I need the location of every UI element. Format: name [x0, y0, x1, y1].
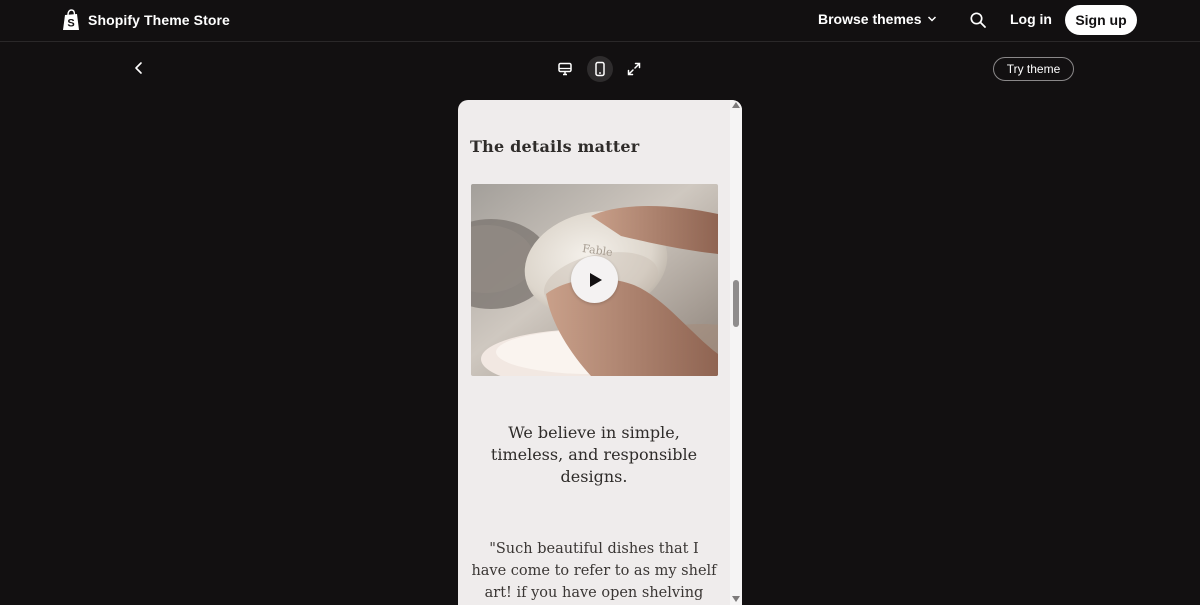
browse-themes-menu[interactable]: Browse themes [818, 11, 937, 27]
chevron-down-icon [928, 16, 937, 22]
desktop-icon [558, 62, 572, 76]
brand-name: Shopify Theme Store [88, 12, 230, 28]
scroll-up-arrow[interactable] [732, 102, 740, 108]
scroll-down-arrow[interactable] [732, 596, 740, 602]
fullscreen-button[interactable] [621, 56, 647, 82]
preview-content: The details matter Fable We believe in s… [458, 100, 730, 605]
shopify-bag-icon: S [63, 9, 79, 30]
preview-scrollbar[interactable] [730, 100, 742, 605]
search-icon[interactable] [969, 11, 987, 29]
play-button[interactable] [571, 256, 618, 303]
play-icon [590, 272, 602, 287]
customer-quote: "Such beautiful dishes that I have come … [471, 541, 717, 601]
details-heading: The details matter [470, 137, 640, 156]
expand-icon [627, 62, 641, 76]
belief-statement: We believe in simple, timeless, and resp… [490, 423, 698, 486]
top-navigation: S Shopify Theme Store Browse themes Log … [0, 0, 1200, 42]
desktop-view-button[interactable] [552, 56, 578, 82]
try-theme-button[interactable]: Try theme [993, 57, 1074, 81]
login-link[interactable]: Log in [1010, 11, 1052, 27]
scroll-thumb[interactable] [733, 280, 739, 327]
browse-themes-label: Browse themes [818, 11, 922, 27]
mobile-view-button[interactable] [587, 56, 613, 82]
svg-text:S: S [67, 18, 74, 30]
brand-link[interactable]: S Shopify Theme Store [62, 8, 230, 32]
signup-button[interactable]: Sign up [1065, 5, 1137, 35]
chevron-left-icon[interactable] [131, 60, 147, 76]
product-video[interactable]: Fable [471, 184, 718, 376]
mobile-icon [595, 61, 605, 77]
mobile-preview-frame: The details matter Fable We believe in s… [458, 100, 742, 605]
